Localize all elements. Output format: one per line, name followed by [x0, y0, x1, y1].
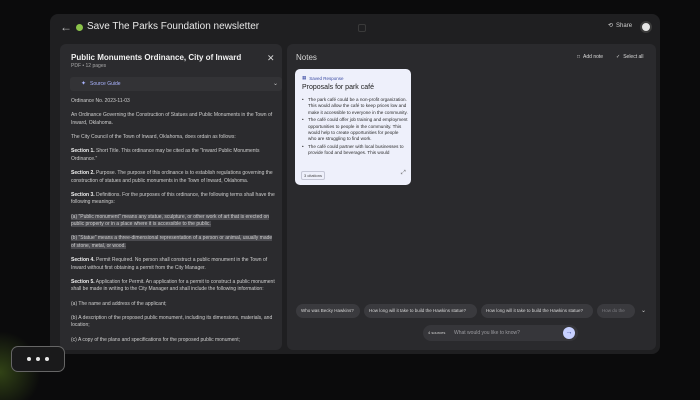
document-paragraph: (b) A description of the proposed public… — [71, 314, 273, 329]
select-all-button[interactable]: ✓ Select all — [616, 54, 644, 60]
source-meta: PDF • 12 pages — [71, 63, 107, 69]
share-icon: ⟲ — [608, 23, 614, 29]
notebook-logo-icon — [76, 24, 83, 31]
suggestion-chip[interactable]: How do the — [597, 304, 635, 318]
sparkle-icon: ✦ — [81, 81, 87, 87]
add-note-button[interactable]: □ Add note — [577, 54, 603, 60]
note-bullet: The park café could be a non-profit orga… — [302, 97, 408, 116]
note-fade — [295, 153, 411, 167]
dot-icon — [45, 357, 49, 361]
send-button[interactable]: → — [563, 327, 575, 339]
source-document-text: Ordinance No. 2023-11-03 An Ordinance Gov… — [71, 98, 277, 348]
citations-badge[interactable]: 3 citations — [301, 171, 326, 180]
chevron-down-icon: ⌄ — [273, 81, 279, 87]
chat-bar: 4 sources → — [423, 325, 578, 341]
note-bullet: The café could offer job training and em… — [302, 117, 408, 143]
checkmark-icon: ✓ — [616, 54, 621, 60]
document-paragraph: Ordinance No. 2023-11-03 — [71, 98, 130, 104]
document-paragraph: Section 2. Purpose. The purpose of this … — [71, 169, 273, 184]
avatar[interactable] — [640, 21, 652, 33]
note-card[interactable]: ▦ Saved Response Proposals for park café… — [295, 69, 411, 185]
document-paragraph: (a) "Public monument" means any statue, … — [71, 213, 270, 228]
source-guide-label: Source Guide — [90, 81, 121, 87]
add-note-label: Add note — [583, 54, 604, 60]
suggested-questions: Who was Becky Hawkins? How long will it … — [287, 304, 656, 320]
document-paragraph: (b) "Statue" means a three-dimensional r… — [71, 235, 273, 249]
share-button[interactable]: ⟲ Share — [608, 22, 633, 30]
suggestion-chip[interactable]: How long will it take to build the Hawki… — [481, 304, 593, 318]
note-add-icon: □ — [577, 54, 581, 60]
dot-icon — [36, 357, 40, 361]
saved-response-badge: ▦ Saved Response — [302, 75, 344, 81]
document-paragraph: (c) A copy of the plans and specificatio… — [71, 336, 240, 343]
back-arrow-icon[interactable]: ← — [60, 20, 74, 34]
document-paragraph: Section 5. Application for Permit. An ap… — [71, 278, 275, 293]
share-label: Share — [616, 22, 633, 29]
note-title: Proposals for park café — [302, 84, 374, 91]
document-paragraph: Section 3. Definitions. For the purposes… — [71, 191, 275, 206]
source-guide-toggle[interactable]: ✦ Source Guide ⌄ — [70, 77, 282, 91]
source-title: Public Monuments Ordinance, City of Inwa… — [71, 53, 242, 62]
close-icon[interactable]: ✕ — [267, 54, 275, 63]
document-paragraph: The City Council of the Town of Inward, … — [71, 133, 236, 140]
expand-icon[interactable]: ⤢ — [401, 170, 406, 177]
saved-response-icon: ▦ — [302, 75, 307, 80]
dot-icon — [27, 357, 31, 361]
select-all-label: Select all — [623, 54, 644, 60]
chevron-down-icon[interactable]: ⌄ — [641, 307, 646, 314]
source-panel: Public Monuments Ordinance, City of Inwa… — [60, 44, 282, 350]
document-paragraph: Section 1. Short Title. This ordinance m… — [71, 148, 260, 162]
saved-response-label: Saved Response — [309, 75, 344, 81]
more-options-button[interactable] — [11, 346, 65, 372]
title-bar: ← Save The Parks Foundation newsletter ⟲… — [50, 14, 660, 42]
notes-heading: Notes — [296, 53, 317, 62]
source-count[interactable]: 4 sources — [428, 330, 445, 335]
document-paragraph: (a) The name and address of the applican… — [71, 300, 167, 307]
suggestion-chip[interactable]: Who was Becky Hawkins? — [296, 304, 360, 318]
suggestion-chip[interactable]: How long will it take to build the Hawki… — [364, 304, 477, 318]
layout-icon — [358, 24, 366, 32]
document-paragraph: Section 4. Permit Required. No person sh… — [71, 257, 268, 271]
app-window: ← Save The Parks Foundation newsletter ⟲… — [50, 14, 660, 354]
notes-panel: Notes □ Add note ✓ Select all ▦ Saved Re… — [287, 44, 656, 350]
document-paragraph: An Ordinance Governing the Construction … — [71, 112, 273, 126]
note-bullet-list: The park café could be a non-profit orga… — [302, 97, 408, 158]
notebook-title[interactable]: Save The Parks Foundation newsletter — [87, 21, 259, 32]
chat-input[interactable] — [454, 327, 559, 339]
